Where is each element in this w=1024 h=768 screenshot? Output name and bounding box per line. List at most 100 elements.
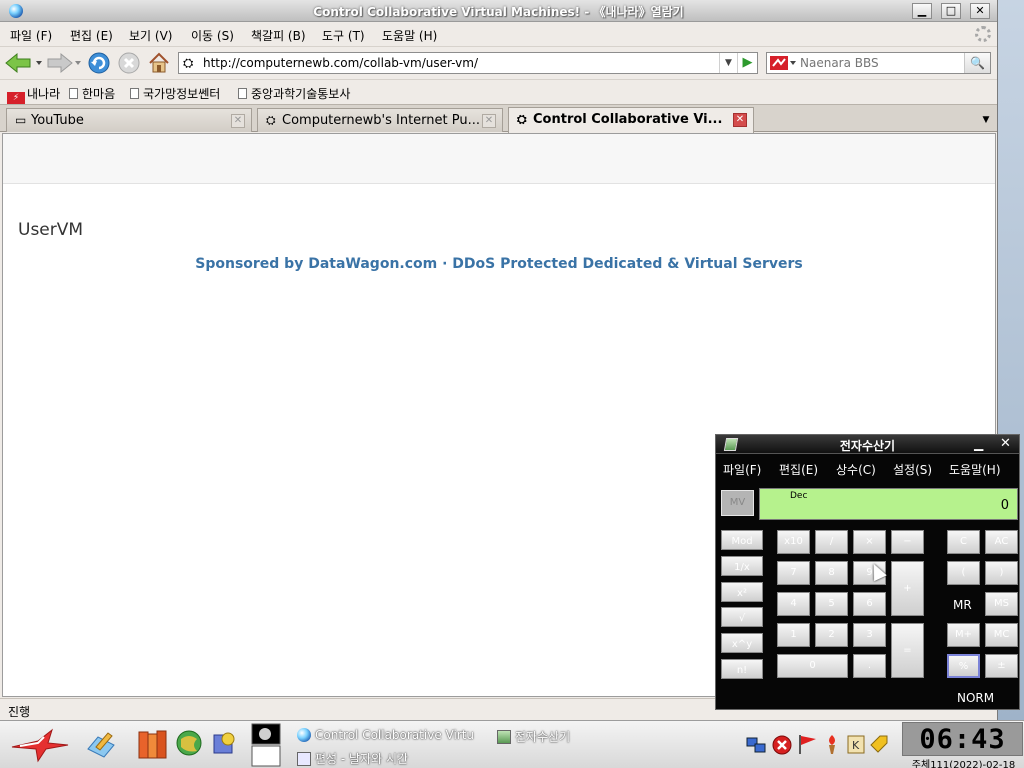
- tab-list-dropdown-icon[interactable]: ▼: [977, 109, 995, 131]
- start-menu-star-icon[interactable]: [8, 727, 70, 763]
- calc-key-square[interactable]: x²: [721, 582, 763, 602]
- file-manager-books-icon[interactable]: [137, 728, 169, 760]
- web-browser-globe-icon[interactable]: [175, 729, 203, 757]
- calc-key-decimal[interactable]: .: [853, 654, 886, 678]
- calc-key-mod[interactable]: Mod: [721, 530, 763, 550]
- calc-key-0[interactable]: 0: [777, 654, 848, 678]
- calc-memory-recall-label[interactable]: MR: [953, 598, 972, 612]
- calc-key-plus[interactable]: +: [891, 561, 924, 616]
- calc-menu-settings[interactable]: 설정(S): [893, 461, 932, 478]
- site-favicon-icon: ⛭: [266, 113, 276, 127]
- tab-youtube[interactable]: ▭ YouTube ✕: [6, 108, 252, 132]
- calc-key-clear[interactable]: C: [947, 530, 980, 554]
- calc-key-3[interactable]: 3: [853, 623, 886, 647]
- calc-menu-edit[interactable]: 편집(E): [779, 461, 818, 478]
- calc-key-sqrt[interactable]: √: [721, 607, 763, 627]
- calculator-minimize-button[interactable]: ▁: [974, 437, 983, 451]
- clock-display[interactable]: 06:43: [902, 722, 1023, 756]
- taskbar-item-calculator[interactable]: 전자수산기: [497, 724, 570, 746]
- calc-key-equals[interactable]: =: [891, 623, 924, 678]
- bookmark-central-science-news[interactable]: 중앙과학기술통보사: [238, 85, 350, 102]
- menu-go[interactable]: 이동 (S): [191, 27, 234, 44]
- calc-mv-button[interactable]: MV: [721, 490, 754, 516]
- stop-icon[interactable]: [117, 51, 141, 75]
- navigation-toolbar: ⛭ ▼ ▶ 🔍: [0, 46, 997, 78]
- keyboard-layout-icon[interactable]: K: [845, 733, 867, 755]
- calc-key-divide[interactable]: /: [815, 530, 848, 554]
- calc-menu-constants[interactable]: 상수(C): [836, 461, 876, 478]
- tab-collab-vm[interactable]: ⛭ Control Collaborative Vi... ✕: [508, 107, 754, 133]
- url-input[interactable]: [203, 55, 713, 71]
- home-icon[interactable]: [147, 51, 171, 75]
- bookmark-national-network-center[interactable]: 국가망정보쎈터: [130, 85, 220, 102]
- calc-key-power[interactable]: x^y: [721, 633, 763, 653]
- calc-key-memory-add[interactable]: M+: [947, 623, 980, 647]
- calc-menu-help[interactable]: 도움말(H): [949, 461, 1001, 478]
- calc-key-close-paren[interactable]: ): [985, 561, 1018, 585]
- calc-key-memory-store[interactable]: MS: [985, 592, 1018, 616]
- menu-view[interactable]: 보기 (V): [129, 27, 172, 44]
- menu-edit[interactable]: 편집 (E): [70, 27, 113, 44]
- address-bar[interactable]: ⛭ ▼ ▶: [178, 52, 758, 74]
- back-arrow-icon[interactable]: [4, 51, 44, 75]
- calc-menu-file[interactable]: 파일(F): [723, 461, 761, 478]
- calc-key-factorial[interactable]: n!: [721, 659, 763, 679]
- tab-computernewb[interactable]: ⛭ Computernewb's Internet Pu... ✕: [257, 108, 503, 132]
- calc-key-open-paren[interactable]: (: [947, 561, 980, 585]
- calc-key-1[interactable]: 1: [777, 623, 810, 647]
- torch-icon[interactable]: [821, 733, 843, 755]
- forward-arrow-icon[interactable]: [46, 51, 84, 75]
- window-title: Control Collaborative Virtual Machines! …: [313, 5, 684, 19]
- search-input[interactable]: [800, 55, 960, 71]
- calc-key-2[interactable]: 2: [815, 623, 848, 647]
- calc-key-sign[interactable]: ±: [985, 654, 1018, 678]
- search-magnifier-icon[interactable]: 🔍: [964, 53, 990, 73]
- tab-close-icon[interactable]: ✕: [482, 114, 496, 128]
- bookmark-hanmaum[interactable]: 한마음: [69, 85, 115, 102]
- calculator-titlebar[interactable]: 전자수산기 ▁ ✕: [716, 435, 1019, 454]
- workspace-pager-icon[interactable]: [251, 723, 281, 767]
- calc-key-memory-clear[interactable]: MC: [985, 623, 1018, 647]
- calc-key-percent[interactable]: %: [947, 654, 980, 678]
- calc-key-4[interactable]: 4: [777, 592, 810, 616]
- taskbar-item-browser[interactable]: Control Collaborative Virtu: [297, 724, 474, 746]
- menu-tools[interactable]: 도구 (T): [322, 27, 365, 44]
- calc-key-reciprocal[interactable]: 1/x: [721, 556, 763, 576]
- maximize-button[interactable]: □: [941, 3, 961, 19]
- minimize-button[interactable]: ▁: [912, 3, 932, 19]
- calc-key-7[interactable]: 7: [777, 561, 810, 585]
- search-bar[interactable]: 🔍: [766, 52, 991, 74]
- menu-file[interactable]: 파일 (F): [10, 27, 52, 44]
- calc-key-6[interactable]: 6: [853, 592, 886, 616]
- red-flag-icon[interactable]: [796, 733, 818, 755]
- calc-key-minus[interactable]: −: [891, 530, 924, 554]
- reload-icon[interactable]: [87, 51, 111, 75]
- tab-close-icon[interactable]: ✕: [231, 114, 245, 128]
- calculator-close-button[interactable]: ✕: [1000, 436, 1011, 451]
- security-alert-icon[interactable]: [771, 734, 793, 756]
- calc-key-multiply[interactable]: ×: [853, 530, 886, 554]
- settings-window-icon: [297, 752, 311, 766]
- notification-tag-icon[interactable]: [868, 733, 890, 755]
- go-arrow-icon[interactable]: ▶: [737, 53, 757, 73]
- calc-key-8[interactable]: 8: [815, 561, 848, 585]
- sponsor-link[interactable]: Sponsored by DataWagon.com · DDoS Protec…: [3, 256, 995, 272]
- bookmark-naenara[interactable]: ⚡ 내나라: [7, 85, 60, 105]
- search-engine-naenara-icon[interactable]: [769, 55, 797, 71]
- menu-help[interactable]: 도움말 (H): [382, 27, 437, 44]
- text-editor-icon[interactable]: [84, 727, 118, 761]
- close-button[interactable]: ✕: [970, 3, 990, 19]
- window-titlebar[interactable]: Control Collaborative Virtual Machines! …: [0, 0, 997, 22]
- calculator-icon: [497, 730, 511, 744]
- svg-text:K: K: [852, 739, 860, 752]
- menu-bookmarks[interactable]: 책갈피 (B): [251, 27, 306, 44]
- calc-key-x10[interactable]: x10: [777, 530, 810, 554]
- network-status-icon[interactable]: [745, 734, 767, 756]
- url-history-dropdown-icon[interactable]: ▼: [719, 53, 737, 73]
- taskbar-item-datetime-settings[interactable]: 편성 - 날자와 시간: [297, 746, 408, 768]
- tab-close-icon[interactable]: ✕: [733, 113, 747, 127]
- calc-key-5[interactable]: 5: [815, 592, 848, 616]
- page-icon: ▭: [15, 113, 27, 127]
- media-player-icon[interactable]: [210, 729, 238, 757]
- calc-key-all-clear[interactable]: AC: [985, 530, 1018, 554]
